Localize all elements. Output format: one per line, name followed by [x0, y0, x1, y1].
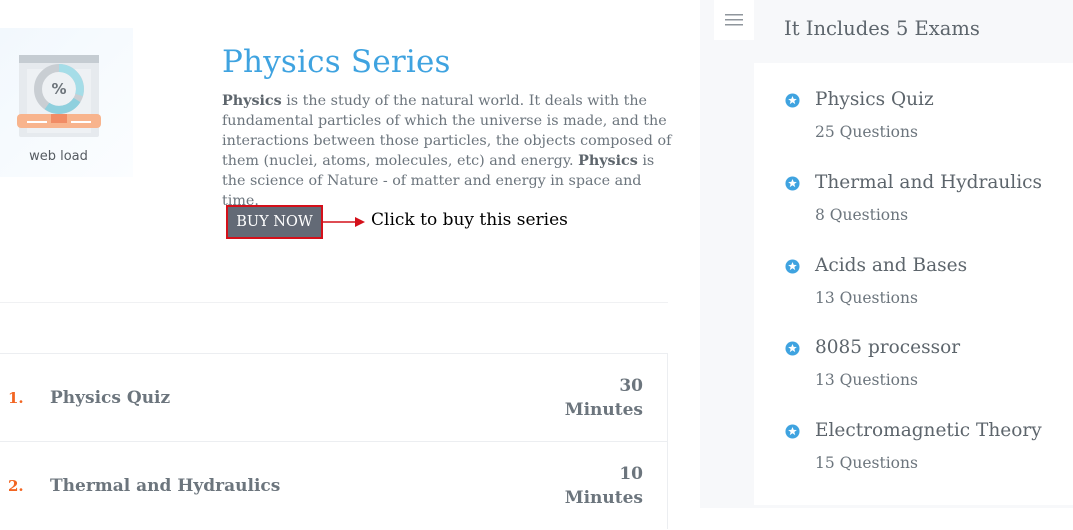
exam-table: 1. Physics Quiz 30 Minutes 2. Thermal an… — [0, 353, 668, 529]
product-image-caption: web load — [29, 149, 88, 164]
exam-name: Thermal and Hydraulics — [50, 476, 281, 496]
exam-duration: 30 Minutes — [565, 374, 643, 422]
exam-item-name: Physics Quiz — [815, 89, 934, 110]
list-item[interactable]: Physics Quiz 25 Questions — [754, 63, 1073, 141]
svg-text:%: % — [51, 80, 66, 98]
star-circle-icon — [785, 424, 800, 439]
section-divider — [0, 302, 668, 303]
buy-now-button[interactable]: BUY NOW — [226, 205, 323, 239]
exam-item-question-count: 15 Questions — [815, 454, 918, 472]
exam-item-question-count: 13 Questions — [815, 371, 918, 389]
exam-item-name: 8085 processor — [815, 337, 961, 358]
list-item[interactable]: Acids and Bases 13 Questions — [754, 229, 1073, 307]
exam-list-sidebar: It Includes 5 Exams Physics Quiz 25 Ques… — [700, 0, 1073, 508]
exam-list: Physics Quiz 25 Questions Thermal and Hy… — [754, 63, 1073, 505]
exam-item-question-count: 25 Questions — [815, 123, 918, 141]
menu-toggle-button[interactable] — [714, 0, 754, 40]
description-part: Physics — [578, 153, 638, 169]
list-item[interactable]: Electromagnetic Theory 15 Questions — [754, 394, 1073, 472]
hamburger-icon — [725, 14, 743, 26]
exam-item-name: Thermal and Hydraulics — [815, 172, 1042, 193]
exam-item-question-count: 8 Questions — [815, 206, 909, 224]
row-number: 1. — [8, 389, 24, 407]
star-circle-icon — [785, 176, 800, 191]
series-description: Physics is the study of the natural worl… — [222, 91, 672, 211]
exam-duration: 10 Minutes — [565, 462, 643, 510]
duration-unit: Minutes — [564, 400, 643, 420]
exam-item-question-count: 13 Questions — [815, 289, 918, 307]
table-row[interactable]: 1. Physics Quiz 30 Minutes — [0, 353, 668, 441]
web-load-illustration: % — [17, 55, 101, 137]
buy-hint-text: Click to buy this series — [371, 210, 568, 230]
series-detail-pane: % web load Physics Series Physics is the… — [0, 0, 700, 529]
series-title: Physics Series — [222, 44, 451, 80]
exam-name: Physics Quiz — [50, 388, 171, 408]
product-image-card: % web load — [0, 28, 133, 177]
star-circle-icon — [785, 93, 800, 108]
table-row[interactable]: 2. Thermal and Hydraulics 10 Minutes — [0, 441, 668, 529]
list-item[interactable]: Thermal and Hydraulics 8 Questions — [754, 146, 1073, 224]
includes-title: It Includes 5 Exams — [784, 17, 980, 40]
duration-value: 10 — [619, 464, 643, 484]
star-circle-icon — [785, 259, 800, 274]
star-circle-icon — [785, 341, 800, 356]
row-number: 2. — [8, 477, 24, 495]
exam-item-name: Acids and Bases — [815, 255, 968, 276]
duration-unit: Minutes — [564, 488, 643, 508]
list-item[interactable]: 8085 processor 13 Questions — [754, 311, 1073, 389]
duration-value: 30 — [619, 376, 643, 396]
exam-item-name: Electromagnetic Theory — [815, 420, 1042, 441]
arrow-right-icon — [323, 217, 365, 227]
description-part: Physics — [222, 93, 282, 109]
